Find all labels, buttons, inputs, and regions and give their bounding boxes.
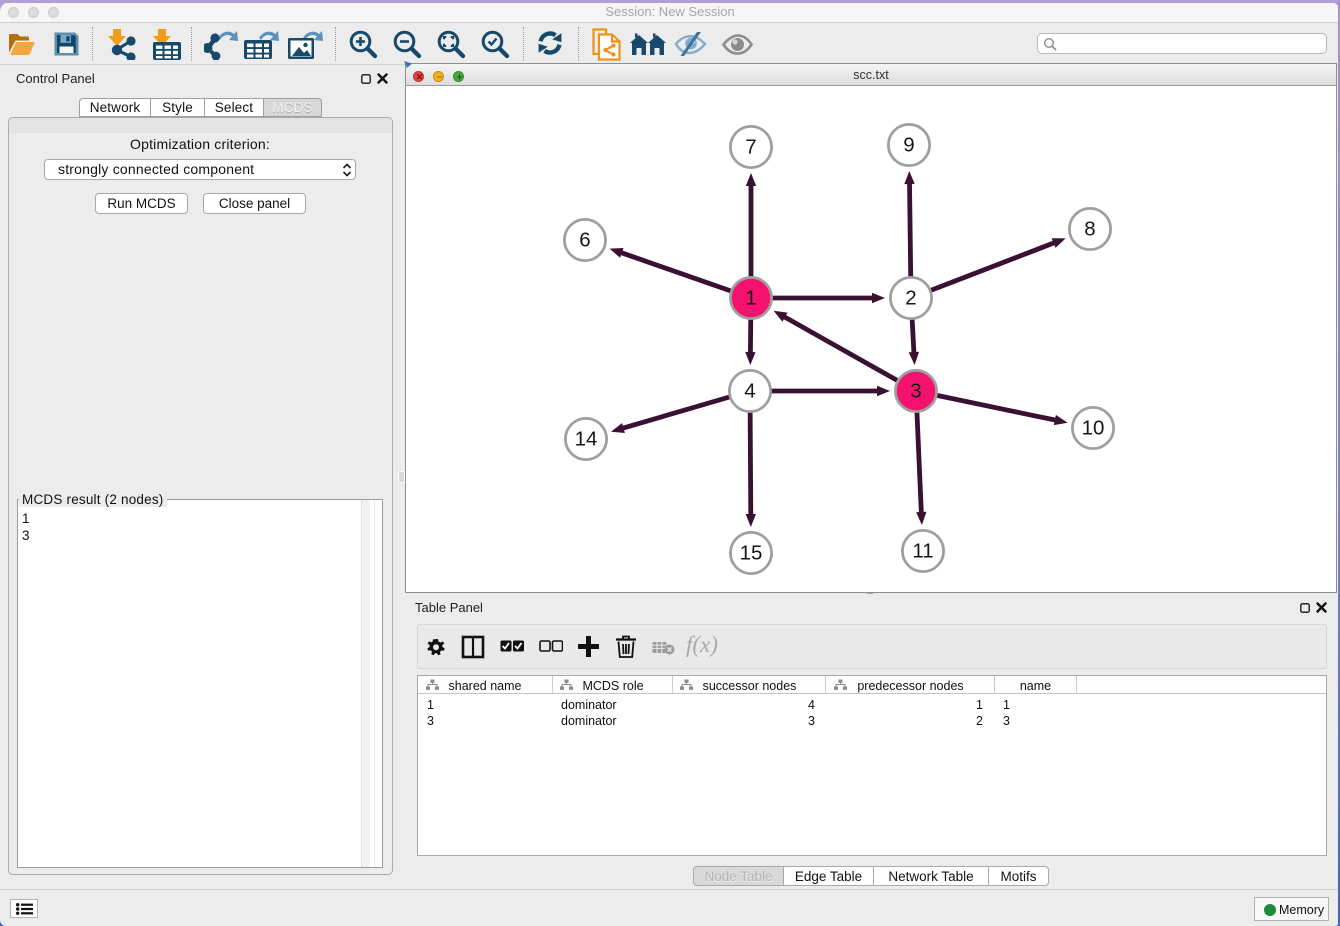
- svg-text:4: 4: [744, 380, 755, 403]
- svg-text:6: 6: [579, 229, 590, 252]
- svg-text:3: 3: [910, 380, 921, 403]
- svg-text:10: 10: [1082, 417, 1105, 440]
- svg-text:9: 9: [903, 134, 914, 157]
- svg-text:8: 8: [1084, 218, 1095, 241]
- svg-text:2: 2: [905, 287, 916, 310]
- svg-text:1: 1: [745, 287, 756, 310]
- svg-text:11: 11: [912, 540, 933, 563]
- svg-text:7: 7: [745, 136, 756, 159]
- svg-text:15: 15: [740, 542, 763, 565]
- svg-text:14: 14: [575, 428, 598, 451]
